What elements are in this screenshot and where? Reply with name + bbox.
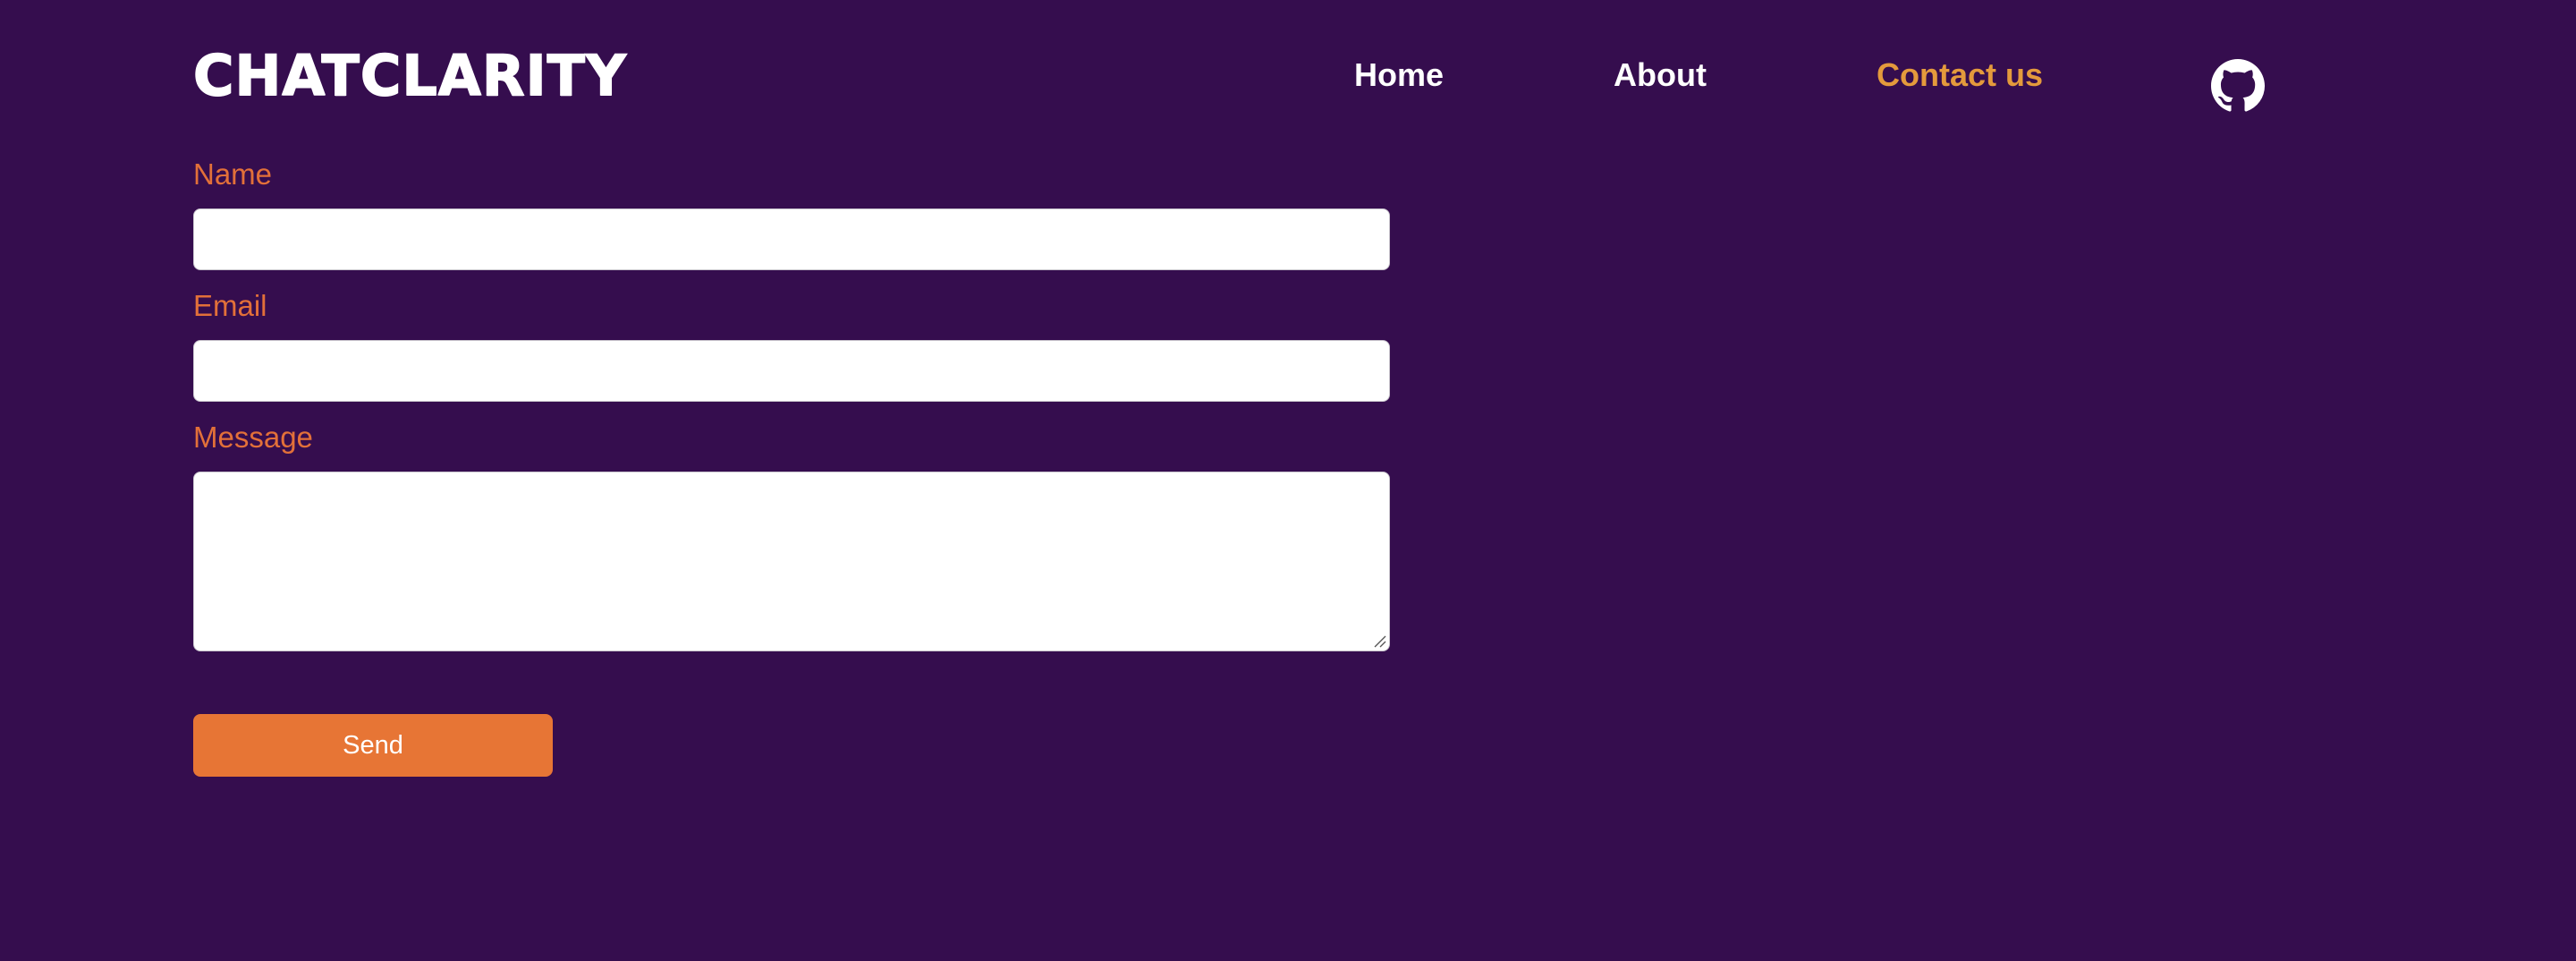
- name-label: Name: [193, 157, 273, 191]
- nav-about-link[interactable]: About: [1614, 55, 1707, 95]
- message-textarea[interactable]: [193, 472, 1390, 651]
- email-label: Email: [193, 289, 267, 322]
- github-icon[interactable]: [2211, 59, 2265, 113]
- send-button[interactable]: Send: [193, 714, 553, 777]
- logo[interactable]: CHATCLARITY: [192, 44, 627, 108]
- nav-home-link[interactable]: Home: [1354, 55, 1444, 95]
- github-icon-graphic: [2211, 59, 2265, 112]
- message-label: Message: [193, 421, 313, 454]
- name-input[interactable]: [193, 208, 1390, 270]
- nav-contact-link[interactable]: Contact us: [1877, 55, 2043, 95]
- email-input[interactable]: [193, 340, 1390, 402]
